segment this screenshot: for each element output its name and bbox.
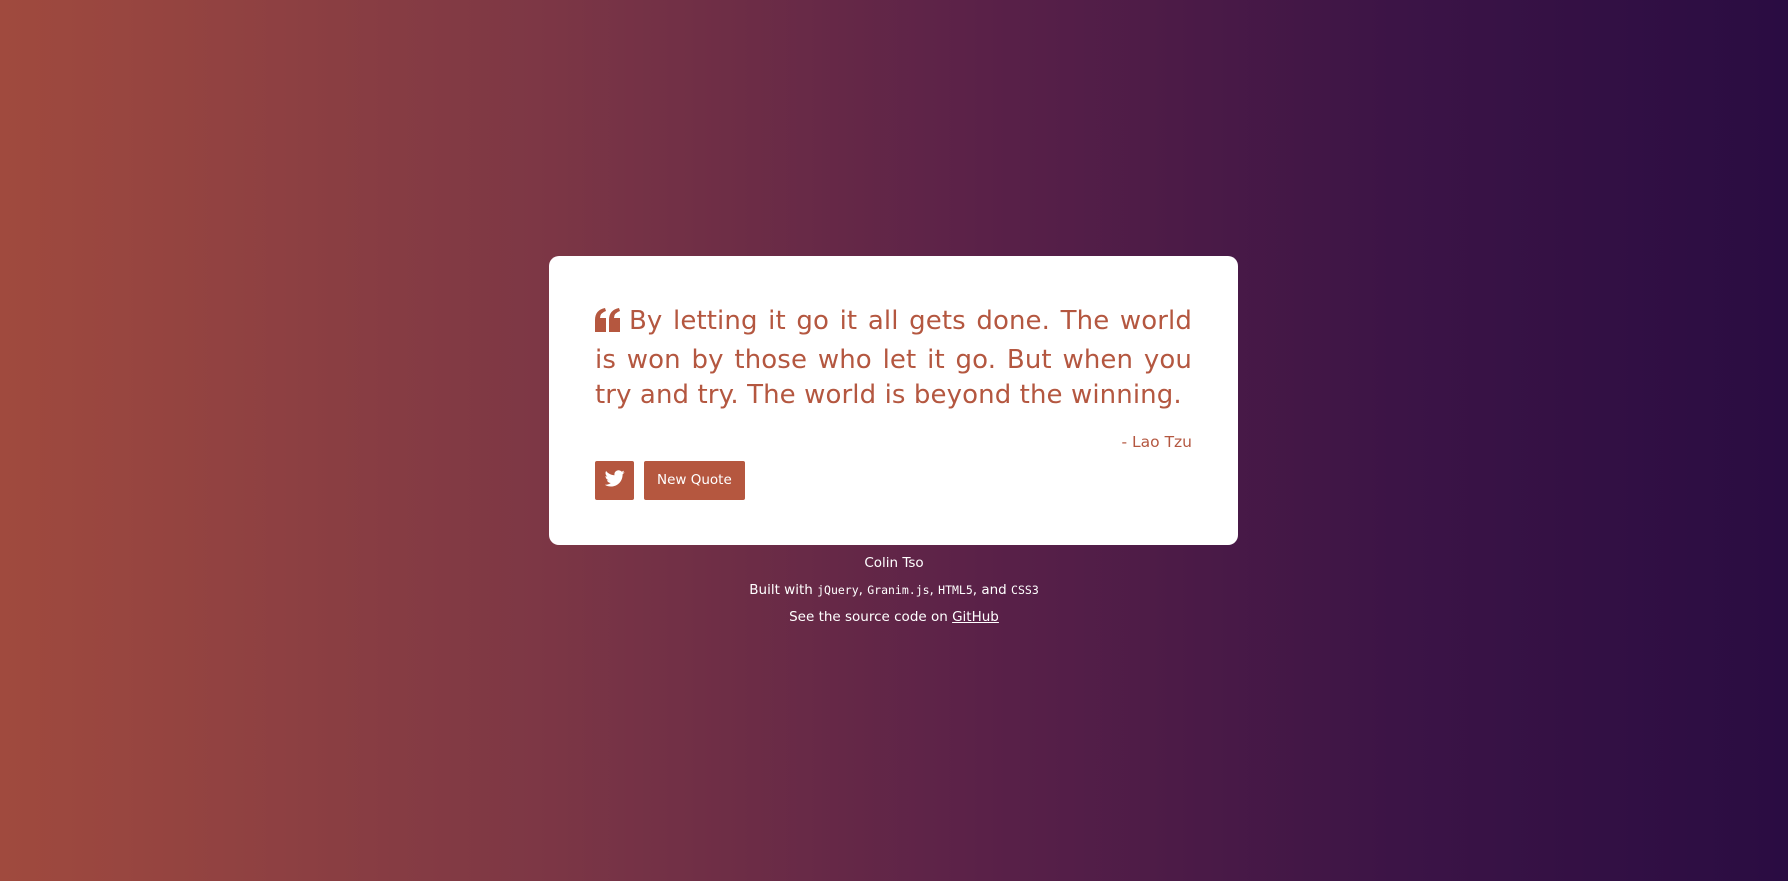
separator: , <box>929 582 939 598</box>
footer-author: Colin Tso <box>864 555 924 571</box>
github-link[interactable]: GitHub <box>952 609 999 625</box>
tweet-button[interactable] <box>595 460 634 500</box>
built-with-label: Built with <box>749 582 818 598</box>
tech-jquery: jQuery <box>817 583 859 597</box>
quote-block: By letting it go it all gets done. The w… <box>595 304 1192 414</box>
quote-author: - Lao Tzu <box>1121 432 1193 451</box>
quote-actions: New Quote <box>595 460 1192 500</box>
footer-source: See the source code on GitHub <box>0 609 1788 625</box>
new-quote-button[interactable]: New Quote <box>644 460 745 500</box>
quote-card: By letting it go it all gets done. The w… <box>549 256 1238 545</box>
twitter-icon <box>604 469 625 491</box>
quote-left-icon <box>595 307 621 343</box>
tech-css3: CSS3 <box>1011 583 1039 597</box>
tech-granim: Granim.js <box>867 583 930 597</box>
quote-text: By letting it go it all gets done. The w… <box>595 306 1192 410</box>
footer-built-with: Built with jQuery, Granim.js, HTML5, and… <box>0 582 1788 598</box>
separator: , and <box>972 582 1012 598</box>
tech-html5: HTML5 <box>938 583 973 597</box>
source-label: See the source code on <box>789 609 953 625</box>
separator: , <box>858 582 868 598</box>
